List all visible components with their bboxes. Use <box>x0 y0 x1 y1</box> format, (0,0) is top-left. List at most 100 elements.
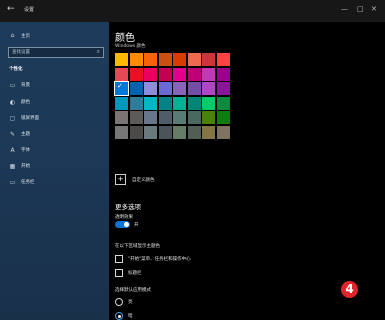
color-swatch[interactable] <box>129 125 143 139</box>
color-swatch[interactable] <box>216 82 230 95</box>
color-swatch[interactable] <box>115 125 128 139</box>
color-swatch[interactable] <box>115 111 128 124</box>
radio-button[interactable] <box>115 312 123 320</box>
color-swatch[interactable] <box>216 125 230 139</box>
app-mode-label: 选择默认应用模式 <box>115 288 151 293</box>
color-swatch[interactable] <box>202 82 215 95</box>
sidebar-item-label: 开始 <box>21 164 30 169</box>
theme-icon: ✎ <box>9 130 16 138</box>
sidebar-item-label: 锁屏界面 <box>21 116 39 121</box>
radio-label: 暗 <box>128 314 133 319</box>
sidebar-item-label: 背景 <box>21 83 30 88</box>
color-swatch[interactable]: ✓ <box>114 81 129 96</box>
color-swatch[interactable] <box>144 67 157 81</box>
color-swatch[interactable] <box>187 67 201 81</box>
checkbox-label: "开始"菜单、任务栏和操作中心 <box>128 257 191 262</box>
color-swatch[interactable] <box>144 82 157 95</box>
color-swatch[interactable] <box>173 53 186 66</box>
color-swatch[interactable] <box>158 67 172 81</box>
mode-light-radio-row[interactable]: 亮 <box>115 298 133 306</box>
search-placeholder: 查找设置 <box>12 50 30 55</box>
sidebar-item-taskbar[interactable]: ▭ 任务栏 <box>9 178 35 186</box>
settings-window: ← 设置 — □ ✕ ⌂ 主页 查找设置 ⌕ 个性化 ▭ 背景 ◐ 颜色 ▢ 锁… <box>0 0 385 320</box>
maximize-button[interactable]: □ <box>357 5 364 13</box>
sidebar-item-label: 任务栏 <box>21 180 35 185</box>
color-swatch[interactable] <box>158 53 172 66</box>
color-swatch[interactable] <box>187 53 201 66</box>
close-button[interactable]: ✕ <box>371 5 377 13</box>
color-swatch[interactable] <box>115 67 128 81</box>
color-swatch[interactable] <box>202 96 215 110</box>
color-swatch[interactable] <box>187 82 201 95</box>
sidebar-item-colors[interactable]: ◐ 颜色 <box>9 98 30 106</box>
sidebar-item-home[interactable]: ⌂ 主页 <box>9 32 30 39</box>
color-swatch[interactable] <box>144 125 157 139</box>
color-swatch[interactable] <box>216 111 230 124</box>
color-swatch[interactable] <box>216 67 230 81</box>
palette-icon: ◐ <box>9 98 16 106</box>
sidebar-home-label: 主页 <box>21 33 30 39</box>
more-options-heading: 更多选项 <box>115 203 141 211</box>
color-swatch[interactable] <box>202 111 215 124</box>
color-swatch[interactable] <box>202 53 215 66</box>
show-accent-label: 在以下区域显示主题色 <box>115 244 160 249</box>
color-swatch[interactable] <box>129 53 143 66</box>
color-swatch[interactable] <box>216 96 230 110</box>
color-swatch[interactable] <box>202 125 215 139</box>
sidebar-section-label: 个性化 <box>9 67 23 72</box>
checkbox[interactable] <box>115 255 123 263</box>
sidebar-item-label: 主题 <box>21 132 30 137</box>
sidebar-item-themes[interactable]: ✎ 主题 <box>9 130 30 138</box>
color-swatch[interactable] <box>115 53 128 66</box>
search-input[interactable]: 查找设置 ⌕ <box>8 47 104 58</box>
start-icon: ▦ <box>9 162 16 170</box>
color-swatch[interactable] <box>129 111 143 124</box>
back-arrow-icon[interactable]: ← <box>7 4 15 14</box>
mode-dark-radio-row[interactable]: 暗 <box>115 312 133 320</box>
checkmark-icon: ✓ <box>117 82 123 90</box>
checkbox[interactable] <box>115 269 123 277</box>
toggle-state-label: 开 <box>134 222 139 228</box>
sidebar-item-label: 字体 <box>21 148 30 153</box>
taskbar-icon: ▭ <box>9 178 16 186</box>
color-swatch[interactable] <box>187 125 201 139</box>
checkbox-label: 标题栏 <box>128 271 142 276</box>
minimize-button[interactable]: — <box>341 5 348 13</box>
color-swatch[interactable] <box>173 82 186 95</box>
color-swatch[interactable] <box>158 96 172 110</box>
palette-label: Windows 颜色 <box>115 44 146 49</box>
color-swatch[interactable] <box>216 53 230 66</box>
sidebar-item-background[interactable]: ▭ 背景 <box>9 81 30 89</box>
accent-titlebar-checkbox-row[interactable]: 标题栏 <box>115 269 142 277</box>
search-icon[interactable]: ⌕ <box>97 48 100 56</box>
radio-button[interactable] <box>115 298 123 306</box>
color-swatch[interactable] <box>173 67 186 81</box>
color-swatch[interactable] <box>144 53 157 66</box>
color-swatch[interactable] <box>187 111 201 124</box>
custom-color-button[interactable]: + 自定义颜色 <box>115 174 155 185</box>
toggle-knob <box>124 222 129 227</box>
color-swatch[interactable] <box>158 111 172 124</box>
color-swatch[interactable] <box>115 96 128 110</box>
color-swatch[interactable] <box>173 111 186 124</box>
color-swatch[interactable] <box>144 111 157 124</box>
color-swatch[interactable] <box>129 67 143 81</box>
step-number-badge: 4 <box>341 281 358 298</box>
sidebar-item-start[interactable]: ▦ 开始 <box>9 162 30 170</box>
color-swatch[interactable] <box>144 96 157 110</box>
transparency-toggle-row: 开 <box>115 221 139 228</box>
color-swatch[interactable] <box>158 82 172 95</box>
accent-start-taskbar-checkbox-row[interactable]: "开始"菜单、任务栏和操作中心 <box>115 255 191 263</box>
color-swatch[interactable] <box>202 67 215 81</box>
color-swatch[interactable] <box>158 125 172 139</box>
sidebar-item-lock-screen[interactable]: ▢ 锁屏界面 <box>9 114 39 122</box>
transparency-label: 透明效果 <box>115 215 133 220</box>
transparency-toggle[interactable] <box>115 221 130 228</box>
color-swatch[interactable] <box>129 82 143 95</box>
color-swatch[interactable] <box>187 96 201 110</box>
lock-screen-icon: ▢ <box>9 114 16 122</box>
color-swatch[interactable] <box>173 125 186 139</box>
color-swatch[interactable] <box>129 96 143 110</box>
sidebar-item-fonts[interactable]: A 字体 <box>9 146 30 154</box>
color-swatch[interactable] <box>173 96 186 110</box>
